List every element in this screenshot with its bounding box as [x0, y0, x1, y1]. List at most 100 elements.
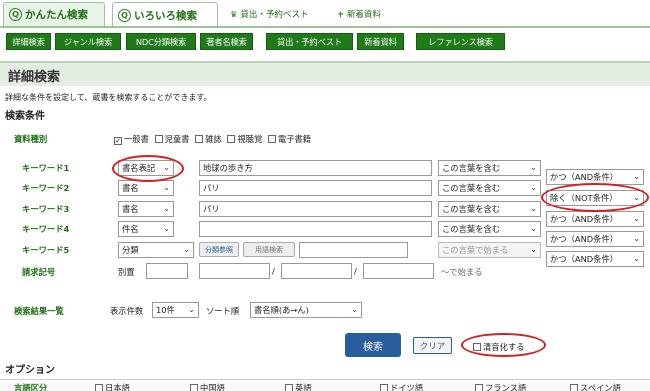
keyword4-field-select[interactable]: 件名 ⌄ — [118, 221, 174, 237]
chevron-down-icon: ⌄ — [530, 245, 537, 254]
clear-button[interactable]: クリア — [413, 337, 452, 354]
keyword4-logic-select[interactable]: かつ（AND条件） ⌄ — [546, 231, 644, 247]
keyword3-match-select[interactable]: この言葉を含む ⌄ — [438, 201, 541, 217]
keyword1-match-select[interactable]: この言葉を含む ⌄ — [438, 160, 541, 176]
callno-slash: / — [272, 266, 275, 276]
keyword3-logic-select[interactable]: かつ（AND条件） ⌄ — [546, 211, 644, 227]
callno-input-3[interactable] — [281, 263, 352, 279]
checkbox-icon — [380, 384, 388, 391]
conditions-heading: 検索条件 — [5, 111, 45, 122]
keyword5-logic-select[interactable]: かつ（AND条件） ⌄ — [546, 251, 644, 267]
checkbox-icon — [190, 384, 198, 391]
subnav-new[interactable]: 新着資料 — [357, 33, 404, 50]
chevron-down-icon: ⌄ — [351, 305, 358, 314]
annotation-oval — [112, 155, 184, 182]
callno-input-2[interactable] — [199, 263, 270, 279]
chevron-down-icon: ⌄ — [633, 214, 640, 223]
checkbox-icon — [267, 135, 276, 143]
chevron-down-icon: ⌄ — [530, 224, 537, 233]
material-option[interactable]: 電子書籍 — [267, 134, 311, 144]
material-option[interactable]: ✓ 一般書 — [114, 134, 149, 145]
options-heading: オプション — [5, 365, 55, 376]
keyword4-input[interactable] — [199, 221, 432, 237]
keyword3-label: キーワード3 — [22, 204, 70, 214]
chevron-down-icon: ⌄ — [633, 234, 640, 243]
term-search-button[interactable]: 用語検索 — [243, 242, 295, 257]
material-option[interactable]: 児童書 — [154, 134, 189, 144]
material-option[interactable]: 雑誌 — [195, 134, 222, 144]
keyword1-label: キーワード1 — [22, 163, 70, 173]
tab-various-search[interactable]: Q いろいろ検索 — [112, 2, 218, 27]
keyword4-match-select[interactable]: この言葉を含む ⌄ — [438, 221, 541, 237]
toplink-best-label: 貸出・予約ベスト — [240, 10, 309, 20]
checkbox-icon — [227, 135, 236, 143]
chevron-down-icon: ⌄ — [188, 305, 195, 314]
callno-sub-label: 別置 — [118, 267, 135, 277]
keyword2-input[interactable]: パリ — [199, 180, 432, 196]
language-option[interactable]: フランス語 — [475, 382, 526, 391]
checkbox-icon — [154, 135, 163, 143]
chevron-down-icon: ⌄ — [530, 163, 537, 172]
keyword3-input[interactable]: パリ — [199, 201, 432, 217]
sort-select[interactable]: 書名順(あ→ん) ⌄ — [250, 302, 362, 318]
language-option[interactable]: スペイン語 — [570, 382, 621, 391]
chevron-down-icon: ⌄ — [163, 183, 170, 192]
keyword3-field-select[interactable]: 書名 ⌄ — [118, 201, 174, 217]
keyword1-input[interactable]: 地球の歩き方 — [199, 160, 432, 176]
callno-label: 請求記号 — [22, 267, 56, 277]
keyword5-match-select[interactable]: この言葉で始まる ⌄ — [438, 242, 541, 258]
callno-input-4[interactable] — [363, 263, 434, 279]
keyword5-field-select[interactable]: 分類 ⌄ — [118, 242, 194, 258]
language-option[interactable]: 中国語 — [190, 382, 225, 391]
results-label: 検索結果一覧 — [14, 306, 64, 316]
language-option[interactable]: 英語 — [285, 382, 312, 391]
search-button[interactable]: 検索 — [345, 333, 401, 357]
checkbox-icon — [570, 384, 578, 391]
checkbox-icon — [285, 384, 293, 391]
chevron-down-icon: ⌄ — [183, 245, 190, 254]
checkbox-checked-icon: ✓ — [114, 137, 122, 145]
chevron-down-icon: ⌄ — [633, 254, 640, 263]
tab-various-search-label: いろいろ検索 — [134, 9, 197, 22]
page-description: 詳細な条件を設定して、蔵書を検索することができます。 — [5, 93, 212, 102]
chevron-down-icon: ⌄ — [633, 172, 640, 181]
classification-ref-button[interactable]: 分類参照 — [199, 242, 239, 257]
toplink-new[interactable]: + 新着資料 — [337, 8, 381, 20]
keyword2-field-select[interactable]: 書名 ⌄ — [118, 180, 174, 196]
material-option[interactable]: 視聴覚 — [227, 134, 262, 144]
keyword2-label: キーワード2 — [22, 183, 70, 193]
chevron-down-icon: ⌄ — [530, 183, 537, 192]
annotation-oval — [541, 183, 649, 212]
callno-suffix: ～で始まる — [441, 267, 483, 277]
toplink-new-label: 新着資料 — [346, 10, 381, 20]
checkbox-icon — [195, 135, 204, 143]
language-option[interactable]: 日本語 — [95, 382, 130, 391]
chevron-down-icon: ⌄ — [530, 204, 537, 213]
trophy-icon: ♛ — [230, 10, 238, 20]
count-select[interactable]: 10件 ⌄ — [152, 302, 199, 318]
keyword2-match-select[interactable]: この言葉を含む ⌄ — [438, 180, 541, 196]
subnav-best[interactable]: 貸出・予約ベスト — [266, 33, 353, 50]
language-option[interactable]: ドイツ語 — [380, 382, 423, 391]
subnav-detail-search[interactable]: 詳細検索 — [6, 33, 51, 50]
checkbox-icon — [475, 384, 483, 391]
tab-divider — [0, 26, 650, 28]
subnav-reference[interactable]: レファレンス検索 — [416, 33, 505, 50]
keyword4-label: キーワード4 — [22, 224, 70, 234]
tab-simple-search[interactable]: Q かんたん検索 — [3, 2, 105, 26]
keyword5-input[interactable] — [299, 242, 408, 258]
subnav-genre-search[interactable]: ジャンル検索 — [55, 33, 121, 50]
subnav-ndc-search[interactable]: NDC分類検索 — [126, 33, 196, 50]
keyword5-label: キーワード5 — [22, 245, 70, 255]
subnav-author-search[interactable]: 著者名検索 — [200, 33, 253, 50]
sort-label: ソート順 — [206, 306, 240, 316]
checkbox-icon — [95, 384, 103, 391]
language-label: 言語区分 — [14, 383, 48, 391]
page-title: 詳細検索 — [8, 70, 61, 85]
annotation-oval — [461, 333, 546, 357]
chevron-down-icon: ⌄ — [163, 224, 170, 233]
chevron-down-icon: ⌄ — [163, 204, 170, 213]
toplink-best[interactable]: ♛ 貸出・予約ベスト — [230, 8, 309, 20]
search-icon: Q — [118, 8, 131, 22]
callno-input-1[interactable] — [146, 263, 188, 279]
